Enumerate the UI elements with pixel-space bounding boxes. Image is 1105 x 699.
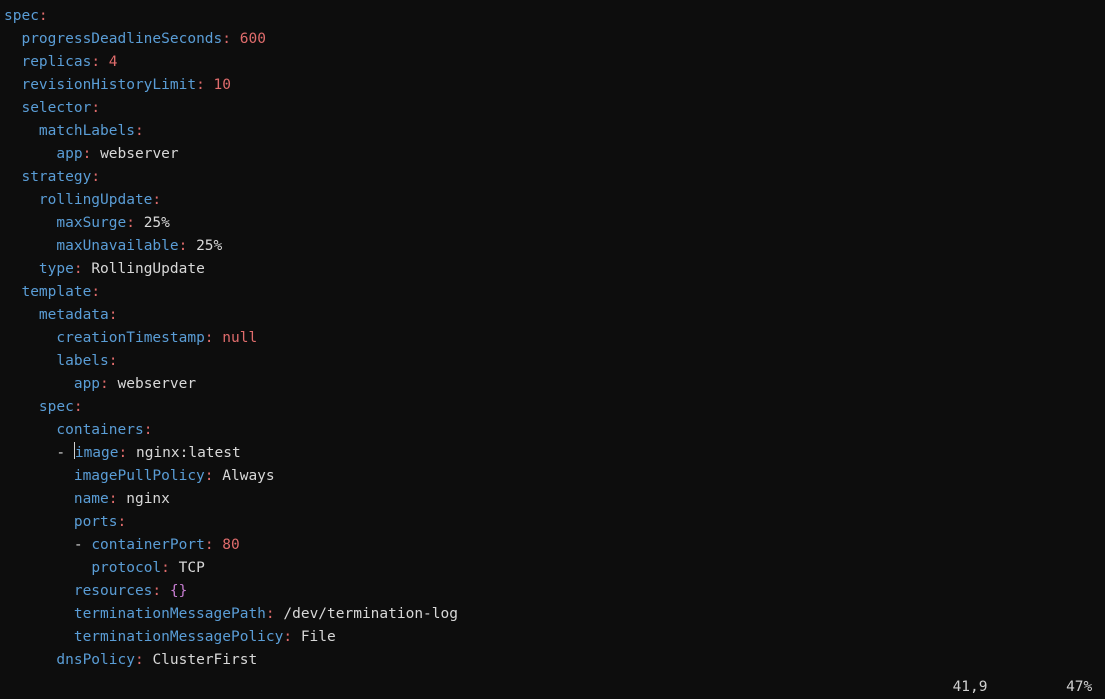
code-line[interactable]: template: [4, 281, 1105, 304]
yaml-key: selector [21, 100, 91, 116]
code-line[interactable]: terminationMessagePath: /dev/termination… [4, 603, 1105, 626]
yaml-key: terminationMessagePolicy [74, 629, 284, 645]
yaml-key: progressDeadlineSeconds [21, 31, 222, 47]
code-line[interactable]: dnsPolicy: ClusterFirst [4, 649, 1105, 672]
code-line[interactable]: spec: [4, 5, 1105, 28]
code-line[interactable]: spec: [4, 396, 1105, 419]
code-line[interactable]: revisionHistoryLimit: 10 [4, 74, 1105, 97]
yaml-value: {} [170, 583, 187, 599]
yaml-value: nginx [126, 491, 170, 507]
code-line[interactable]: ports: [4, 511, 1105, 534]
yaml-value: 10 [214, 77, 231, 93]
yaml-key: replicas [21, 54, 91, 70]
yaml-value: null [222, 330, 257, 346]
code-line[interactable]: app: webserver [4, 143, 1105, 166]
yaml-value: RollingUpdate [91, 261, 205, 277]
yaml-key: type [39, 261, 74, 277]
yaml-value: 80 [222, 537, 239, 553]
yaml-key: dnsPolicy [56, 652, 135, 668]
code-line[interactable]: maxSurge: 25% [4, 212, 1105, 235]
yaml-value: /dev/termination-log [283, 606, 458, 622]
code-line[interactable]: labels: [4, 350, 1105, 373]
yaml-key: spec [4, 8, 39, 24]
yaml-value: webserver [118, 376, 197, 392]
yaml-key: strategy [21, 169, 91, 185]
yaml-key: imagePullPolicy [74, 468, 205, 484]
yaml-key: rollingUpdate [39, 192, 153, 208]
vim-status-bar: 41,9 47% [0, 676, 1105, 699]
code-editor[interactable]: spec: progressDeadlineSeconds: 600 repli… [0, 5, 1105, 672]
yaml-value: File [301, 629, 336, 645]
code-line[interactable]: maxUnavailable: 25% [4, 235, 1105, 258]
code-line[interactable]: progressDeadlineSeconds: 600 [4, 28, 1105, 51]
yaml-key: spec [39, 399, 74, 415]
yaml-key: ports [74, 514, 118, 530]
yaml-value: TCP [179, 560, 205, 576]
cursor-position: 41,9 [953, 676, 988, 699]
code-line[interactable]: containers: [4, 419, 1105, 442]
code-line[interactable]: strategy: [4, 166, 1105, 189]
yaml-value: 4 [109, 54, 118, 70]
yaml-key: resources [74, 583, 153, 599]
code-line[interactable]: - image: nginx:latest [4, 442, 1105, 465]
code-line[interactable]: imagePullPolicy: Always [4, 465, 1105, 488]
code-line[interactable]: protocol: TCP [4, 557, 1105, 580]
yaml-key: maxUnavailable [56, 238, 178, 254]
yaml-value: Always [222, 468, 274, 484]
code-line[interactable]: - containerPort: 80 [4, 534, 1105, 557]
yaml-key: metadata [39, 307, 109, 323]
yaml-key: containerPort [91, 537, 205, 553]
yaml-key: image [75, 445, 119, 461]
scroll-percentage: 47% [1066, 676, 1092, 699]
code-line[interactable]: resources: {} [4, 580, 1105, 603]
code-line[interactable]: type: RollingUpdate [4, 258, 1105, 281]
code-line[interactable]: metadata: [4, 304, 1105, 327]
code-line[interactable]: creationTimestamp: null [4, 327, 1105, 350]
code-line[interactable]: app: webserver [4, 373, 1105, 396]
yaml-value: 25% [196, 238, 222, 254]
code-line[interactable]: matchLabels: [4, 120, 1105, 143]
yaml-value: nginx:latest [136, 445, 241, 461]
yaml-value: webserver [100, 146, 179, 162]
code-line[interactable]: replicas: 4 [4, 51, 1105, 74]
code-line[interactable]: selector: [4, 97, 1105, 120]
code-line[interactable]: terminationMessagePolicy: File [4, 626, 1105, 649]
yaml-key: protocol [91, 560, 161, 576]
yaml-key: containers [56, 422, 143, 438]
yaml-key: app [56, 146, 82, 162]
yaml-key: revisionHistoryLimit [21, 77, 196, 93]
status-spacer [987, 676, 1066, 699]
yaml-value: 25% [144, 215, 170, 231]
yaml-key: creationTimestamp [56, 330, 204, 346]
code-line[interactable]: rollingUpdate: [4, 189, 1105, 212]
yaml-key: maxSurge [56, 215, 126, 231]
yaml-key: labels [56, 353, 108, 369]
yaml-key: matchLabels [39, 123, 135, 139]
yaml-key: terminationMessagePath [74, 606, 266, 622]
yaml-value: 600 [240, 31, 266, 47]
yaml-key: app [74, 376, 100, 392]
yaml-key: name [74, 491, 109, 507]
yaml-key: template [21, 284, 91, 300]
yaml-value: ClusterFirst [152, 652, 257, 668]
code-line[interactable]: name: nginx [4, 488, 1105, 511]
